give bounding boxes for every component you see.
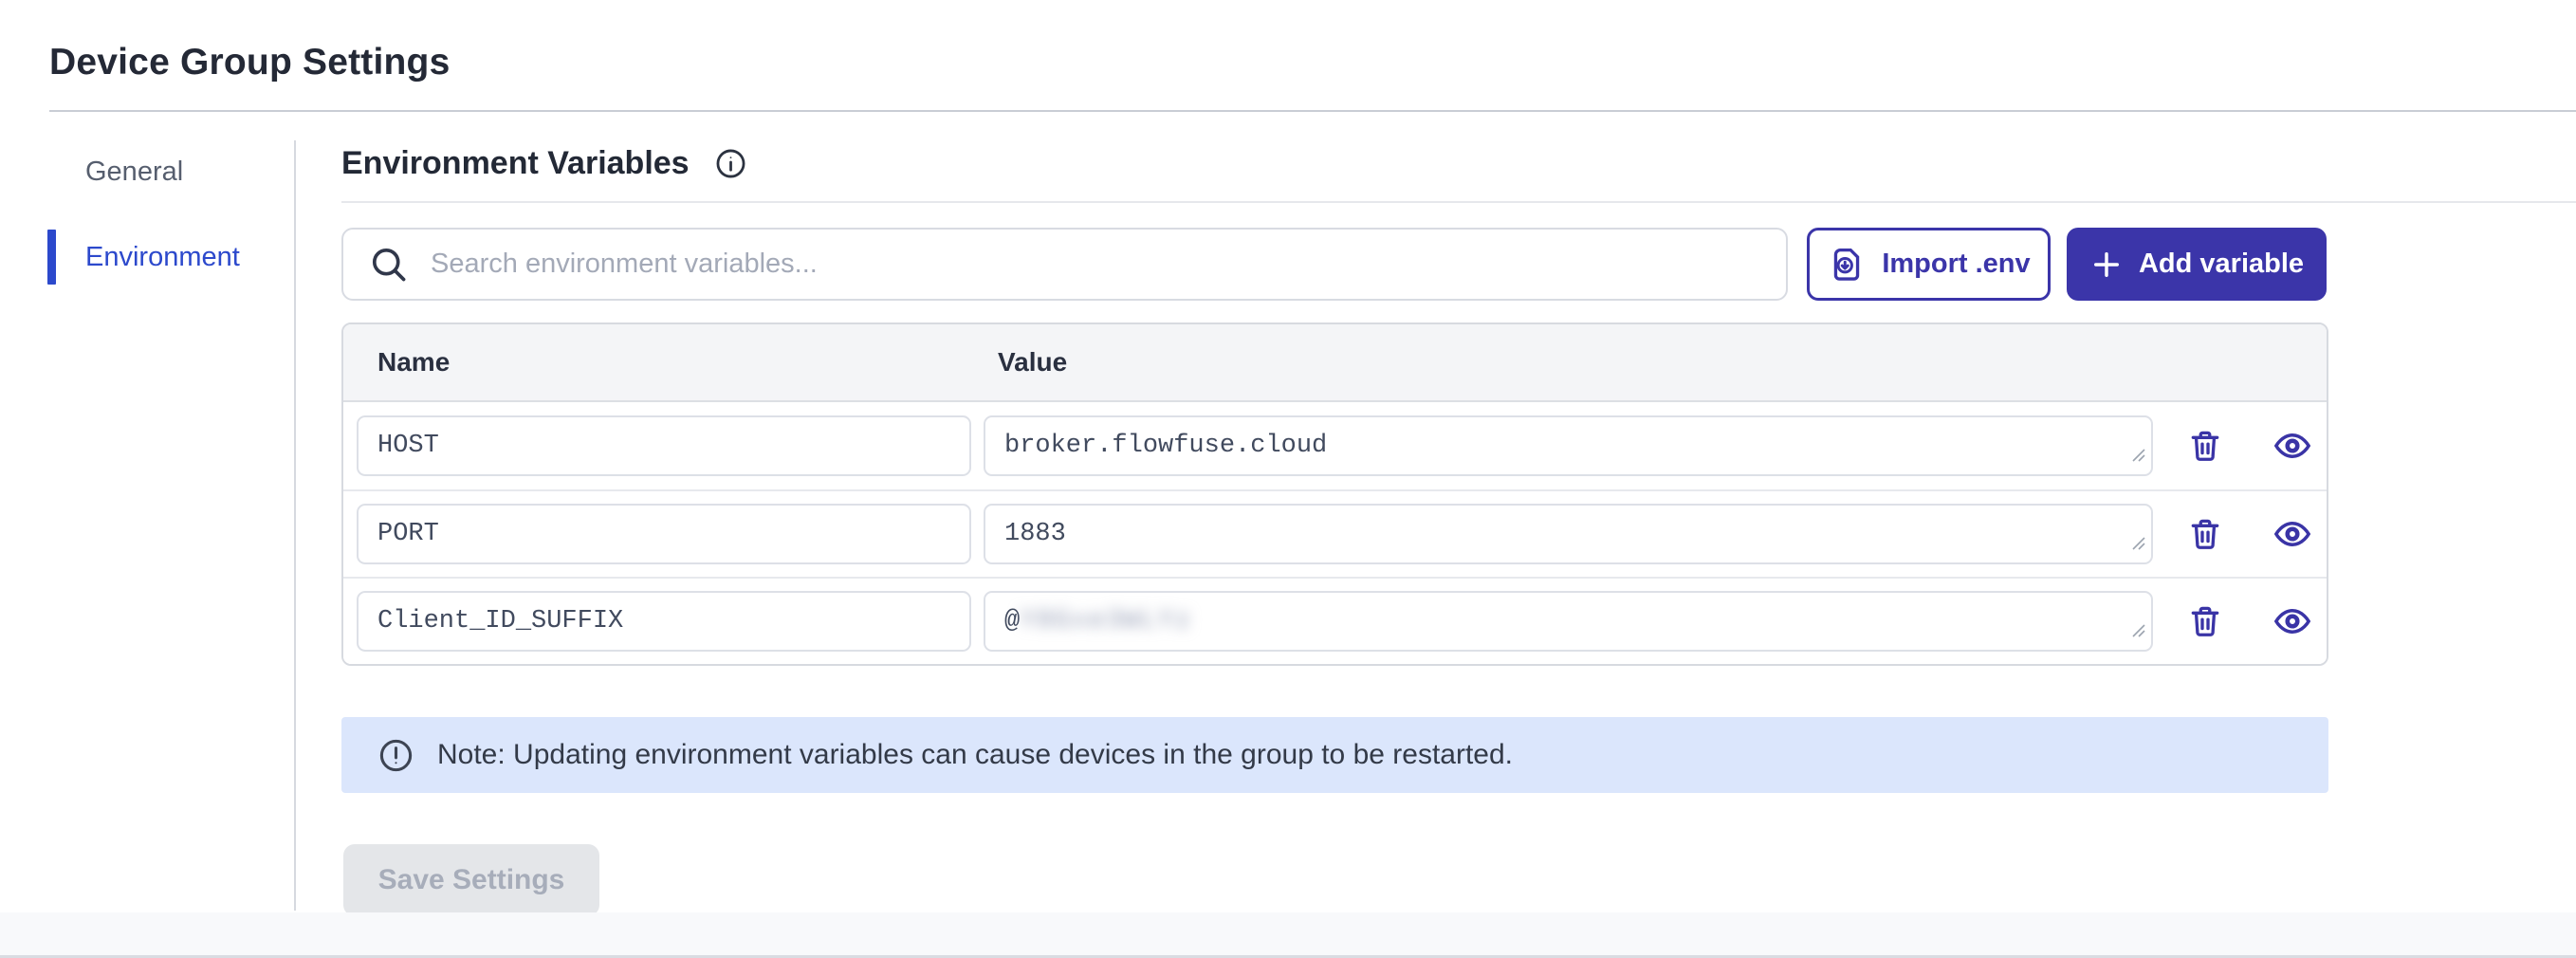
heading-divider (341, 201, 2576, 203)
resize-handle-icon[interactable] (2126, 618, 2147, 648)
table-body: broker.flowfuse.cloud 1883 @Y8Gxe3WLYz (343, 402, 2327, 664)
sidebar-item-general[interactable]: General (49, 142, 277, 201)
redacted-value-text: Y8Gxe3WLYz (1020, 607, 1192, 636)
toggle-visibility-button[interactable] (2272, 514, 2312, 554)
resize-handle-icon[interactable] (2126, 531, 2147, 561)
variable-value-field[interactable]: @Y8Gxe3WLYz (984, 591, 2153, 652)
note-text: Note: Updating environment variables can… (437, 739, 1513, 771)
resize-handle-icon[interactable] (2126, 443, 2147, 472)
variable-value-field[interactable]: 1883 (984, 504, 2153, 564)
delete-variable-button[interactable] (2187, 516, 2223, 552)
env-variables-table: Name Value broker.flowfuse.cloud 1883 @Y8G… (341, 322, 2328, 666)
info-icon[interactable] (714, 147, 747, 180)
variable-value-text: broker.flowfuse.cloud (1004, 432, 1327, 460)
variable-name-input[interactable] (357, 591, 971, 652)
import-file-icon (1827, 245, 1867, 285)
table-row: @Y8Gxe3WLYz (343, 577, 2327, 664)
environment-panel: Environment Variables (341, 140, 2576, 916)
title-divider (49, 110, 2576, 112)
trash-icon (2187, 516, 2223, 552)
delete-variable-button[interactable] (2187, 428, 2223, 464)
trash-icon (2187, 428, 2223, 464)
variable-value-text: 1883 (1004, 520, 1066, 548)
note-banner: Note: Updating environment variables can… (341, 717, 2328, 793)
column-header-name: Name (343, 347, 998, 378)
import-env-label: Import .env (1882, 249, 2030, 280)
sidebar-divider (294, 140, 296, 911)
delete-variable-button[interactable] (2187, 603, 2223, 639)
settings-sidebar: General Environment (49, 142, 277, 313)
search-input[interactable] (431, 230, 1776, 299)
eye-icon (2272, 426, 2312, 466)
add-variable-label: Add variable (2139, 249, 2304, 280)
toggle-visibility-button[interactable] (2272, 426, 2312, 466)
eye-icon (2272, 601, 2312, 641)
search-icon (368, 244, 410, 286)
variable-value-field[interactable]: broker.flowfuse.cloud (984, 415, 2153, 476)
variable-name-input[interactable] (357, 504, 971, 564)
eye-icon (2272, 514, 2312, 554)
table-header: Name Value (343, 324, 2327, 402)
save-settings-button[interactable]: Save Settings (343, 844, 599, 916)
footer-strip (0, 912, 2576, 958)
sidebar-item-environment[interactable]: Environment (49, 228, 277, 286)
toggle-visibility-button[interactable] (2272, 601, 2312, 641)
plus-icon (2089, 248, 2124, 282)
toolbar: Import .env Add variable (341, 228, 2328, 301)
table-row: 1883 (343, 489, 2327, 577)
column-header-value: Value (998, 347, 1067, 378)
page-title: Device Group Settings (49, 42, 450, 83)
add-variable-button[interactable]: Add variable (2067, 228, 2327, 301)
table-row: broker.flowfuse.cloud (343, 402, 2327, 489)
variable-name-input[interactable] (357, 415, 971, 476)
variable-value-text: @ (1004, 607, 1020, 636)
import-env-button[interactable]: Import .env (1807, 228, 2051, 301)
alert-circle-icon (377, 737, 414, 774)
section-heading: Environment Variables (341, 145, 690, 182)
trash-icon (2187, 603, 2223, 639)
search-box[interactable] (341, 228, 1788, 301)
